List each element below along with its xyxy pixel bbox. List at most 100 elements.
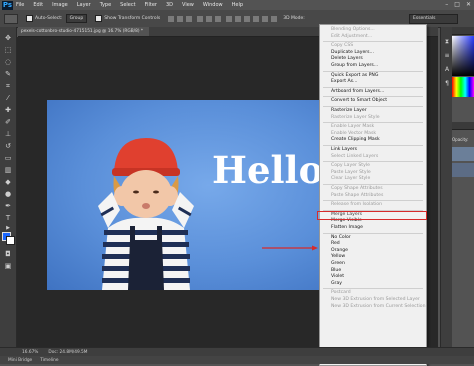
lasso-tool-icon[interactable]: ◌ <box>3 57 13 67</box>
pen-tool-icon[interactable]: ✒ <box>3 201 13 211</box>
distribute-top-icon[interactable] <box>226 15 233 22</box>
menu-help[interactable]: Help <box>232 2 243 8</box>
minimize-button[interactable]: – <box>445 1 448 8</box>
menu-window[interactable]: Window <box>203 2 223 8</box>
menu-item-enable-vector-mask[interactable]: Enable Vector Mask <box>331 131 376 137</box>
menu-item-violet[interactable]: Violet <box>331 274 344 280</box>
menu-item-flatten-image[interactable]: Flatten Image <box>331 225 363 231</box>
crop-tool-icon[interactable]: ⌗ <box>3 81 13 91</box>
eyedropper-tool-icon[interactable]: ⁄ <box>3 93 13 103</box>
zoom-level[interactable]: 16.67% <box>22 350 38 355</box>
auto-select-checkbox[interactable] <box>26 15 33 22</box>
menu-filter[interactable]: Filter <box>145 2 157 8</box>
document-image[interactable]: Hello <box>47 100 341 290</box>
menu-item-copy-shape-attributes[interactable]: Copy Shape Attributes <box>331 186 383 192</box>
menu-item-artboard-from-layers[interactable]: Artboard from Layers... <box>331 89 384 95</box>
menu-item-link-layers[interactable]: Link Layers <box>331 147 357 153</box>
menu-item-orange[interactable]: Orange <box>331 248 348 254</box>
gradient-tool-icon[interactable]: ▥ <box>3 165 13 175</box>
screen-mode-icon[interactable]: ▣ <box>3 261 13 271</box>
menu-select[interactable]: Select <box>120 2 135 8</box>
history-panel-icon[interactable]: ⧗ <box>442 37 452 47</box>
align-left-icon[interactable] <box>197 15 204 22</box>
document-tab[interactable]: pexels-cottonbro-studio-4715151.jpg @ 16… <box>18 27 150 36</box>
menu-item-paste-layer-style[interactable]: Paste Layer Style <box>331 170 371 176</box>
paragraph-panel-icon[interactable]: ¶ <box>442 79 452 89</box>
menu-item-group-from-layers[interactable]: Group from Layers... <box>331 63 378 69</box>
menu-3d[interactable]: 3D <box>166 2 173 8</box>
menu-item-rasterize-layer[interactable]: Rasterize Layer <box>331 108 367 114</box>
menu-type[interactable]: Type <box>100 2 111 8</box>
layer-row[interactable] <box>452 163 474 177</box>
document-info[interactable]: Doc: 24.8M/49.5M <box>48 350 87 355</box>
menu-image[interactable]: Image <box>52 2 68 8</box>
layer-row[interactable] <box>452 147 474 161</box>
history-brush-tool-icon[interactable]: ↺ <box>3 141 13 151</box>
workspace-dropdown[interactable]: Essentials <box>409 14 458 24</box>
menu-item-clear-layer-style[interactable]: Clear Layer Style <box>331 176 370 182</box>
clone-stamp-tool-icon[interactable]: ⊥ <box>3 129 13 139</box>
blur-tool-icon[interactable]: ◆ <box>3 177 13 187</box>
distribute-middle-icon[interactable] <box>235 15 242 22</box>
menu-item-select-linked-layers[interactable]: Select Linked Layers <box>331 154 378 160</box>
menu-item-new-3d-extrusion-from-selected-layer[interactable]: New 3D Extrusion from Selected Layer <box>331 297 420 303</box>
properties-panel-icon[interactable]: ≡ <box>442 51 452 61</box>
menu-item-convert-to-smart-object[interactable]: Convert to Smart Object <box>331 98 387 104</box>
menu-item-gray[interactable]: Gray <box>331 281 342 287</box>
menu-item-copy-css[interactable]: Copy CSS <box>331 43 353 49</box>
menu-item-rasterize-layer-style[interactable]: Rasterize Layer Style <box>331 115 380 121</box>
eraser-tool-icon[interactable]: ▭ <box>3 153 13 163</box>
align-middle-icon[interactable] <box>177 15 184 22</box>
show-transform-checkbox[interactable] <box>95 15 103 22</box>
menu-item-duplicate-layers[interactable]: Duplicate Layers... <box>331 50 374 56</box>
color-picker-field[interactable] <box>452 36 474 76</box>
align-center-icon[interactable] <box>206 15 213 22</box>
menu-item-delete-layers[interactable]: Delete Layers <box>331 56 363 62</box>
swatches-strip[interactable] <box>452 77 474 97</box>
align-bottom-icon[interactable] <box>186 15 193 22</box>
color-panel-header[interactable] <box>452 27 474 35</box>
menu-item-edit-adjustment[interactable]: Edit Adjustment... <box>331 34 372 40</box>
menu-item-yellow[interactable]: Yellow <box>331 254 345 260</box>
close-button[interactable]: ✕ <box>466 1 471 8</box>
menu-view[interactable]: View <box>182 2 194 8</box>
menu-item-create-clipping-mask[interactable]: Create Clipping Mask <box>331 137 380 143</box>
align-right-icon[interactable] <box>215 15 222 22</box>
distribute-bottom-icon[interactable] <box>244 15 251 22</box>
menu-item-red[interactable]: Red <box>331 241 340 247</box>
move-tool-preset-icon[interactable] <box>4 13 18 24</box>
layers-panel-header[interactable] <box>452 122 474 130</box>
timeline-tab[interactable]: Timeline <box>40 358 58 363</box>
menu-item-copy-layer-style[interactable]: Copy Layer Style <box>331 163 370 169</box>
quick-mask-icon[interactable]: ◘ <box>3 249 13 259</box>
menu-item-release-from-isolation[interactable]: Release from Isolation <box>331 202 382 208</box>
move-tool-icon[interactable]: ✥ <box>3 33 13 43</box>
mini-bridge-tab[interactable]: Mini Bridge <box>8 358 32 363</box>
menu-item-paste-shape-attributes[interactable]: Paste Shape Attributes <box>331 193 383 199</box>
auto-select-dropdown[interactable]: Group <box>65 14 88 23</box>
distribute-center-icon[interactable] <box>262 15 269 22</box>
menu-item-postcard[interactable]: Postcard <box>331 290 351 296</box>
menu-item-green[interactable]: Green <box>331 261 345 267</box>
menu-layer[interactable]: Layer <box>77 2 91 8</box>
menu-item-export-as[interactable]: Export As... <box>331 79 357 85</box>
marquee-tool-icon[interactable]: ⬚ <box>3 45 13 55</box>
align-top-icon[interactable] <box>168 15 175 22</box>
distribute-left-icon[interactable] <box>253 15 260 22</box>
background-color-swatch[interactable] <box>6 236 15 245</box>
menu-item-blue[interactable]: Blue <box>331 268 341 274</box>
menu-item-new-3d-extrusion-from-current-selection[interactable]: New 3D Extrusion from Current Selection <box>331 304 426 310</box>
menu-item-no-color[interactable]: No Color <box>331 235 351 241</box>
quick-select-tool-icon[interactable]: ✎ <box>3 69 13 79</box>
menu-edit[interactable]: Edit <box>33 2 43 8</box>
menu-item-enable-layer-mask[interactable]: Enable Layer Mask <box>331 124 374 130</box>
menu-item-blending-options[interactable]: Blending Options... <box>331 27 375 33</box>
type-tool-icon[interactable]: T <box>3 213 13 223</box>
distribute-right-icon[interactable] <box>271 15 278 22</box>
character-panel-icon[interactable]: A <box>442 65 452 75</box>
healing-brush-tool-icon[interactable]: ✚ <box>3 105 13 115</box>
brush-tool-icon[interactable]: ✐ <box>3 117 13 127</box>
dodge-tool-icon[interactable]: ● <box>3 189 13 199</box>
menu-item-quick-export-as-png[interactable]: Quick Export as PNG <box>331 73 378 79</box>
menu-file[interactable]: File <box>16 2 24 8</box>
